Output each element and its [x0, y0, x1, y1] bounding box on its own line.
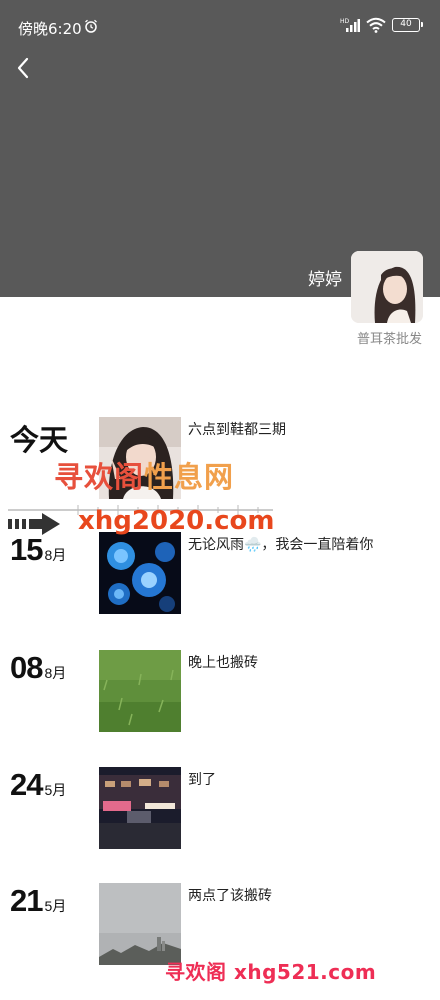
avatar[interactable]	[351, 251, 423, 323]
status-time: 傍晚6:20	[18, 20, 82, 38]
watermark-title-a: 寻欢阁	[54, 460, 145, 494]
status-bar: 傍晚6:20 HD 40	[0, 0, 440, 56]
post-thumbnail[interactable]	[99, 767, 181, 849]
date-month: 5月	[44, 782, 67, 798]
profile-signature: 普耳茶批发	[356, 332, 422, 347]
battery-icon: 40	[392, 18, 423, 32]
list-item[interactable]: 15 8月 无论风雨🌧️，我会一直陪着你	[0, 532, 440, 622]
post-text: 到了	[188, 772, 216, 788]
post-date: 08 8月	[10, 650, 66, 686]
date-day: 24	[10, 767, 43, 802]
date-month: 8月	[44, 547, 67, 563]
date-day: 08	[10, 650, 43, 685]
watermark-title: 寻欢阁性息网	[54, 454, 234, 496]
arrow-right-icon	[8, 513, 60, 535]
watermark-title-b: 性息网	[144, 460, 235, 494]
profile-nickname: 婷婷	[308, 270, 342, 290]
post-text: 晚上也搬砖	[188, 655, 258, 671]
post-date: 24 5月	[10, 767, 66, 803]
alarm-clock-icon	[85, 19, 97, 33]
watermark-url: xhg2020.com	[78, 506, 275, 536]
post-thumbnail[interactable]	[99, 883, 181, 965]
post-thumbnail[interactable]	[99, 650, 181, 732]
list-item[interactable]: 24 5月 到了	[0, 767, 440, 857]
avatar-photo	[351, 251, 423, 323]
watermark-overlay: 寻欢阁性息网 xhg2020.com	[0, 452, 300, 542]
post-text: 六点到鞋都三期	[188, 422, 286, 438]
back-button[interactable]	[10, 52, 38, 84]
blue-roses-photo	[99, 532, 181, 614]
post-thumbnail[interactable]	[99, 532, 181, 614]
post-text: 两点了该搬砖	[188, 888, 272, 904]
wifi-icon	[366, 17, 386, 33]
post-date: 21 5月	[10, 883, 66, 919]
night-street-photo	[99, 767, 181, 849]
grass-photo	[99, 650, 181, 732]
cloudy-sky-photo	[99, 883, 181, 965]
watermark-footer: 寻欢阁 xhg521.com	[165, 960, 377, 984]
list-item[interactable]: 08 8月 晚上也搬砖	[0, 650, 440, 740]
date-day: 21	[10, 883, 43, 918]
date-month: 8月	[44, 665, 67, 681]
cellular-signal-icon: HD	[340, 18, 360, 32]
signal-hd-label: HD	[340, 18, 350, 25]
status-indicators: HD 40	[340, 17, 423, 33]
date-month: 5月	[44, 898, 67, 914]
